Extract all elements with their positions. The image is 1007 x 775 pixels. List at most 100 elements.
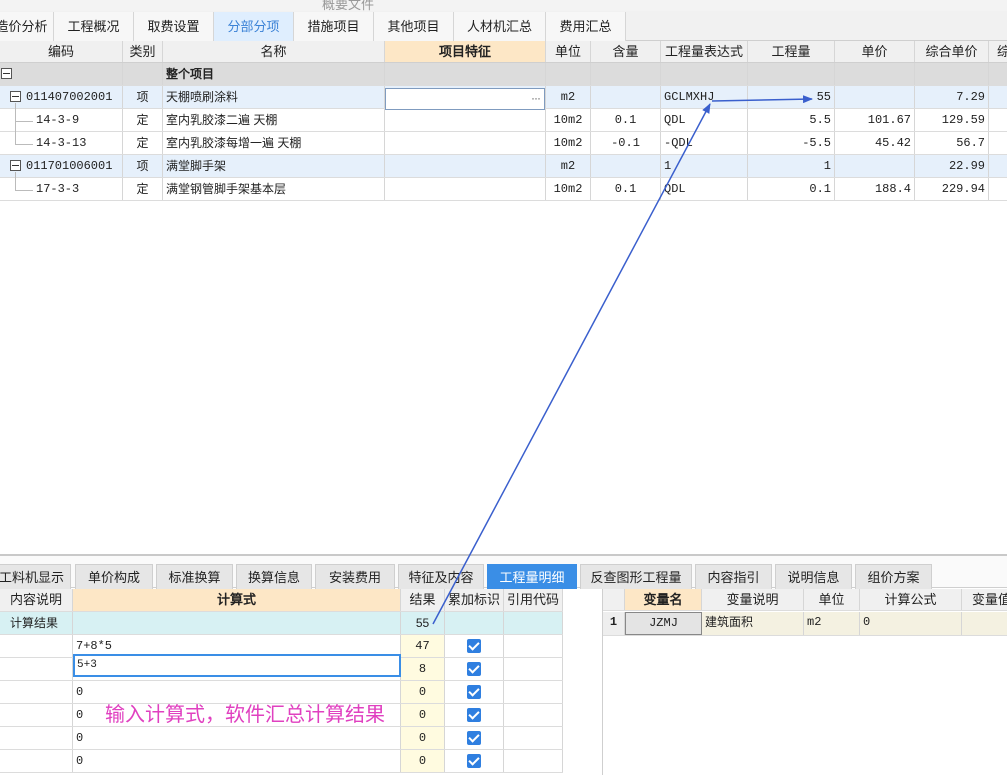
col-var-desc[interactable]: 变量说明: [702, 589, 804, 610]
tab-measures[interactable]: 措施项目: [294, 12, 374, 41]
col-accumulate[interactable]: 累加标识: [445, 589, 504, 611]
tab-pricing-scheme[interactable]: 组价方案: [855, 564, 932, 589]
col-feature[interactable]: 项目特征: [385, 41, 546, 62]
cell-qty-expr[interactable]: -QDL: [661, 132, 748, 154]
tab-description[interactable]: 说明信息: [775, 564, 852, 589]
cell-qty[interactable]: 5.5: [748, 109, 835, 131]
cell-feature[interactable]: [385, 132, 546, 154]
cell-ref-code[interactable]: [504, 727, 563, 749]
tab-other-items[interactable]: 其他项目: [374, 12, 454, 41]
table-row-whole-project[interactable]: 整个项目: [0, 63, 1007, 86]
col-qty-expr[interactable]: 工程量表达式: [661, 41, 748, 62]
tab-project-overview[interactable]: 工程概况: [54, 12, 134, 41]
cell-name[interactable]: 满堂脚手架: [163, 155, 385, 177]
col-var-unit[interactable]: 单位: [804, 589, 860, 610]
cell-ref-code[interactable]: [504, 704, 563, 726]
collapse-icon[interactable]: [1, 68, 12, 79]
accumulate-checkbox[interactable]: [467, 639, 481, 653]
table-row-result[interactable]: 计算结果 55: [0, 612, 563, 635]
top-tab-bar: 造价分析 工程概况 取费设置 分部分项 措施项目 其他项目 人材机汇总 费用汇总: [0, 11, 1007, 41]
tab-fee-summary[interactable]: 费用汇总: [546, 12, 626, 41]
tab-reverse-graphic-qty[interactable]: 反查图形工程量: [580, 564, 692, 589]
cell-feature[interactable]: [385, 178, 546, 200]
ellipsis-icon[interactable]: ···: [531, 91, 541, 105]
cell-name[interactable]: 满堂钢管脚手架基本层: [163, 178, 385, 200]
cell-formula[interactable]: 0: [73, 750, 401, 772]
col-ref-code[interactable]: 引用代码: [504, 589, 563, 611]
col-qty[interactable]: 工程量: [748, 41, 835, 62]
col-content[interactable]: 含量: [591, 41, 661, 62]
cell-desc[interactable]: [0, 635, 73, 657]
cell-qty-expr[interactable]: QDL: [661, 109, 748, 131]
cell-desc[interactable]: [0, 727, 73, 749]
cell-var-desc[interactable]: 建筑面积: [702, 612, 804, 635]
cell-ref-code[interactable]: [504, 658, 563, 680]
col-more[interactable]: 综: [989, 41, 1007, 62]
tab-unit-price[interactable]: 单价构成: [75, 564, 153, 589]
accumulate-checkbox[interactable]: [467, 662, 481, 676]
formula-editor[interactable]: 5+3: [73, 654, 401, 677]
col-name[interactable]: 名称: [163, 41, 385, 62]
cell-name[interactable]: 天棚喷刷涂料: [163, 86, 385, 108]
col-code[interactable]: 编码: [0, 41, 123, 62]
cell-var-name[interactable]: JZMJ: [625, 612, 702, 635]
col-result[interactable]: 结果: [401, 589, 445, 611]
cell-formula[interactable]: 0: [73, 727, 401, 749]
cell-var-value[interactable]: [962, 612, 1007, 635]
cell-ref-code[interactable]: [504, 635, 563, 657]
cell-name[interactable]: 室内乳胶漆每增一遍 天棚: [163, 132, 385, 154]
tab-labor-material-summary[interactable]: 人材机汇总: [454, 12, 546, 41]
tab-standard-conversion[interactable]: 标准换算: [156, 564, 233, 589]
cell-qty-expr[interactable]: 1: [661, 155, 748, 177]
table-row[interactable]: 14-3-9 定 室内乳胶漆二遍 天棚 10m2 0.1 QDL 5.5 101…: [0, 109, 1007, 132]
cell-qty-expr[interactable]: GCLMXHJ: [661, 86, 748, 108]
table-row[interactable]: 0 0: [0, 750, 563, 773]
table-row[interactable]: 14-3-13 定 室内乳胶漆每增一遍 天棚 10m2 -0.1 -QDL -5…: [0, 132, 1007, 155]
col-type[interactable]: 类别: [123, 41, 163, 62]
cell-feature[interactable]: [385, 155, 546, 177]
tab-cost-analysis[interactable]: 造价分析: [0, 12, 54, 41]
cell-feature[interactable]: [385, 109, 546, 131]
col-unit-price[interactable]: 单价: [835, 41, 915, 62]
col-var-value[interactable]: 变量值: [962, 589, 1007, 610]
cell-desc[interactable]: [0, 658, 73, 680]
table-row[interactable]: 17-3-3 定 满堂钢管脚手架基本层 10m2 0.1 QDL 0.1 188…: [0, 178, 1007, 201]
collapse-icon[interactable]: [10, 91, 21, 102]
accumulate-checkbox[interactable]: [467, 685, 481, 699]
accumulate-checkbox[interactable]: [467, 754, 481, 768]
collapse-icon[interactable]: [10, 160, 21, 171]
col-var-formula[interactable]: 计算公式: [860, 589, 962, 610]
tab-features-content[interactable]: 特征及内容: [398, 564, 484, 589]
cell-desc[interactable]: [0, 750, 73, 772]
cell-ref-code[interactable]: [504, 750, 563, 772]
col-composite-price[interactable]: 综合单价: [915, 41, 989, 62]
tab-labor-material[interactable]: 工料机显示: [0, 564, 71, 589]
col-unit[interactable]: 单位: [546, 41, 591, 62]
table-row[interactable]: 1 JZMJ 建筑面积 m2 0: [603, 612, 1007, 636]
tab-qty-detail[interactable]: 工程量明细: [487, 564, 577, 589]
col-formula[interactable]: 计算式: [73, 589, 401, 611]
tab-sub-items[interactable]: 分部分项: [214, 12, 294, 41]
cell-desc[interactable]: [0, 704, 73, 726]
cell-qty[interactable]: 0.1: [748, 178, 835, 200]
cell-qty[interactable]: -5.5: [748, 132, 835, 154]
cell-qty[interactable]: 1: [748, 155, 835, 177]
cell-desc[interactable]: [0, 681, 73, 703]
cell-qty-expr[interactable]: QDL: [661, 178, 748, 200]
col-desc[interactable]: 内容说明: [0, 589, 73, 611]
tab-content-guide[interactable]: 内容指引: [695, 564, 772, 589]
accumulate-checkbox[interactable]: [467, 708, 481, 722]
table-row[interactable]: 011701006001 项 满堂脚手架 m2 1 1 22.99: [0, 155, 1007, 178]
cell-ref-code[interactable]: [504, 681, 563, 703]
cell-qty[interactable]: 55: [748, 86, 835, 108]
cell-var-formula[interactable]: 0: [860, 612, 962, 635]
cell-var-unit[interactable]: m2: [804, 612, 860, 635]
table-row[interactable]: 0 0: [0, 727, 563, 750]
tab-fee-settings[interactable]: 取费设置: [134, 12, 214, 41]
cell-name[interactable]: 室内乳胶漆二遍 天棚: [163, 109, 385, 131]
accumulate-checkbox[interactable]: [467, 731, 481, 745]
tab-install-fee[interactable]: 安装费用: [315, 564, 395, 589]
tab-conversion-info[interactable]: 换算信息: [236, 564, 312, 589]
feature-edit-field[interactable]: ···: [385, 88, 545, 110]
col-var-name[interactable]: 变量名: [625, 589, 702, 610]
